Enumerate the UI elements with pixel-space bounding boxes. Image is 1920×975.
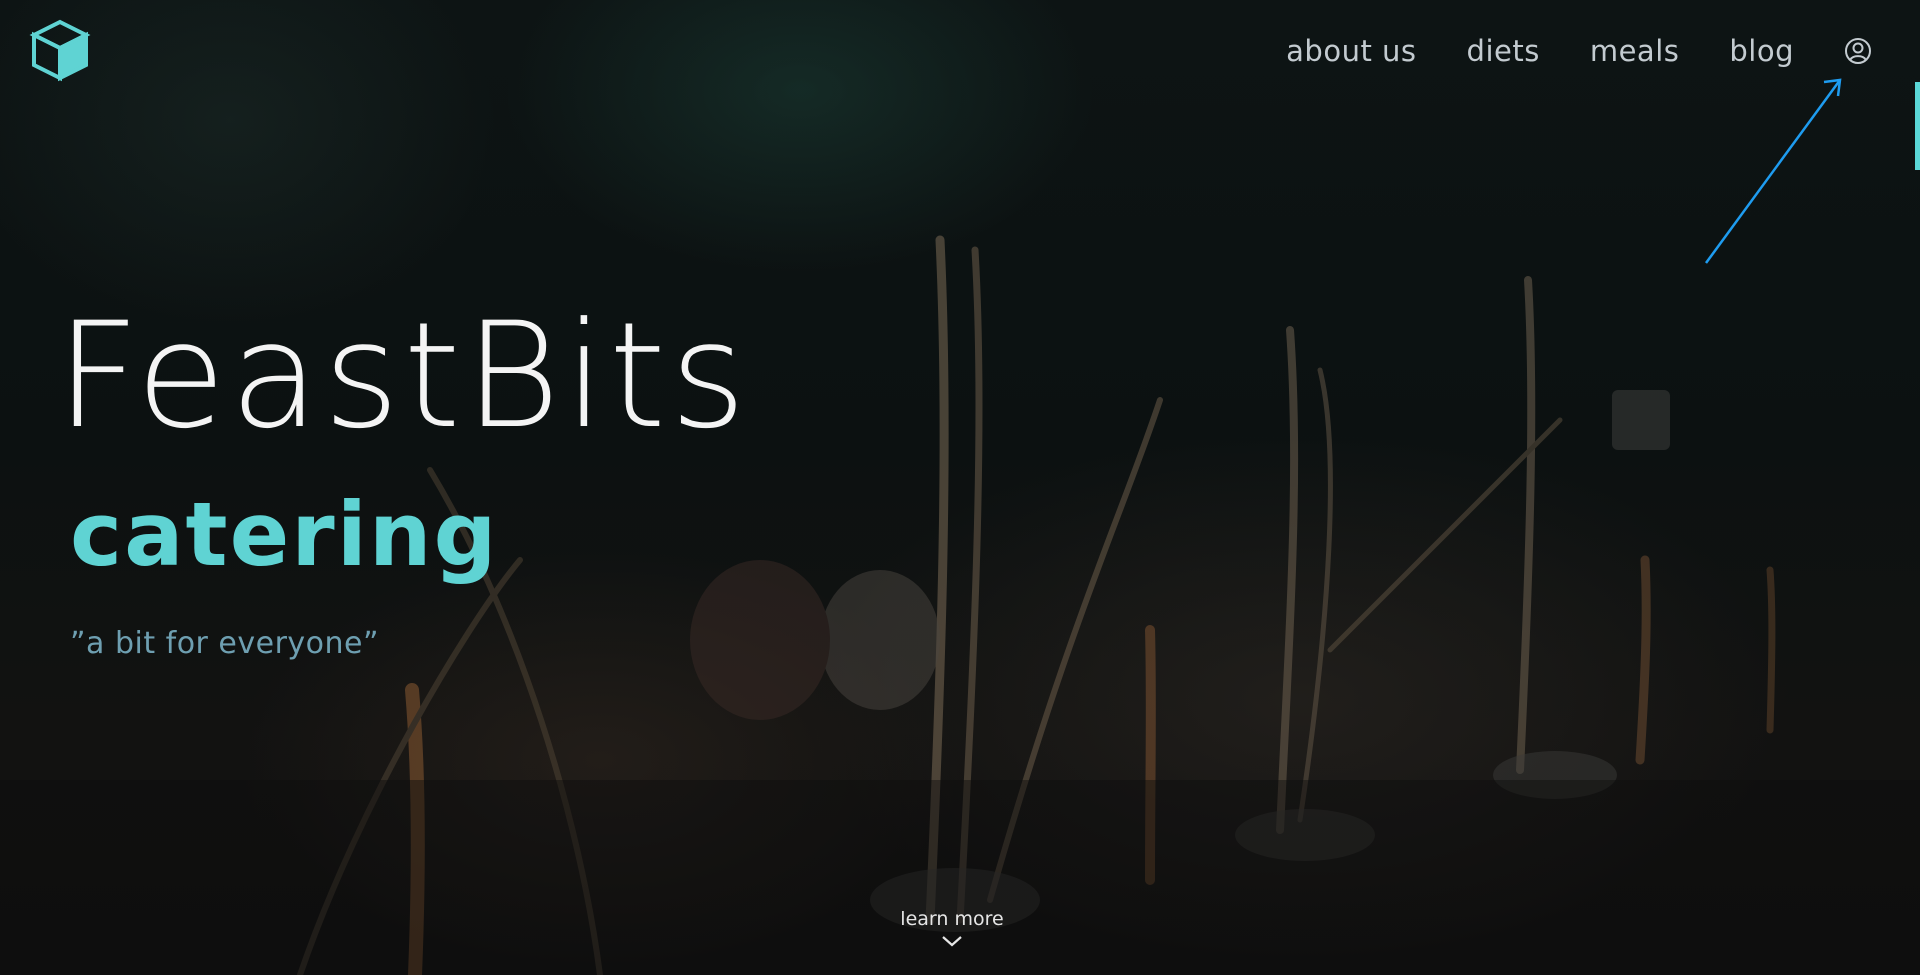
cube-icon[interactable] [28, 18, 92, 82]
nav-meals[interactable]: meals [1590, 28, 1680, 74]
arrow-pointer-icon [1704, 78, 1842, 264]
learn-more-button[interactable]: learn more [860, 906, 1044, 948]
main-nav: about us diets meals blog [1236, 28, 1872, 74]
nav-blog[interactable]: blog [1729, 28, 1794, 74]
user-circle-icon [1845, 38, 1871, 64]
hero-tagline: ”a bit for everyone” [70, 626, 380, 661]
account-button[interactable] [1844, 37, 1872, 65]
hero-title: FeastBits [56, 291, 751, 461]
learn-more-label: learn more [900, 908, 1004, 930]
hero-section: about us diets meals blog FeastBits cate… [0, 0, 1920, 975]
nav-about-us[interactable]: about us [1286, 28, 1416, 74]
chevron-down-icon [942, 936, 962, 947]
hero-subtitle: catering [70, 483, 499, 586]
scrollbar-thumb[interactable] [1915, 82, 1920, 170]
nav-diets[interactable]: diets [1467, 28, 1540, 74]
